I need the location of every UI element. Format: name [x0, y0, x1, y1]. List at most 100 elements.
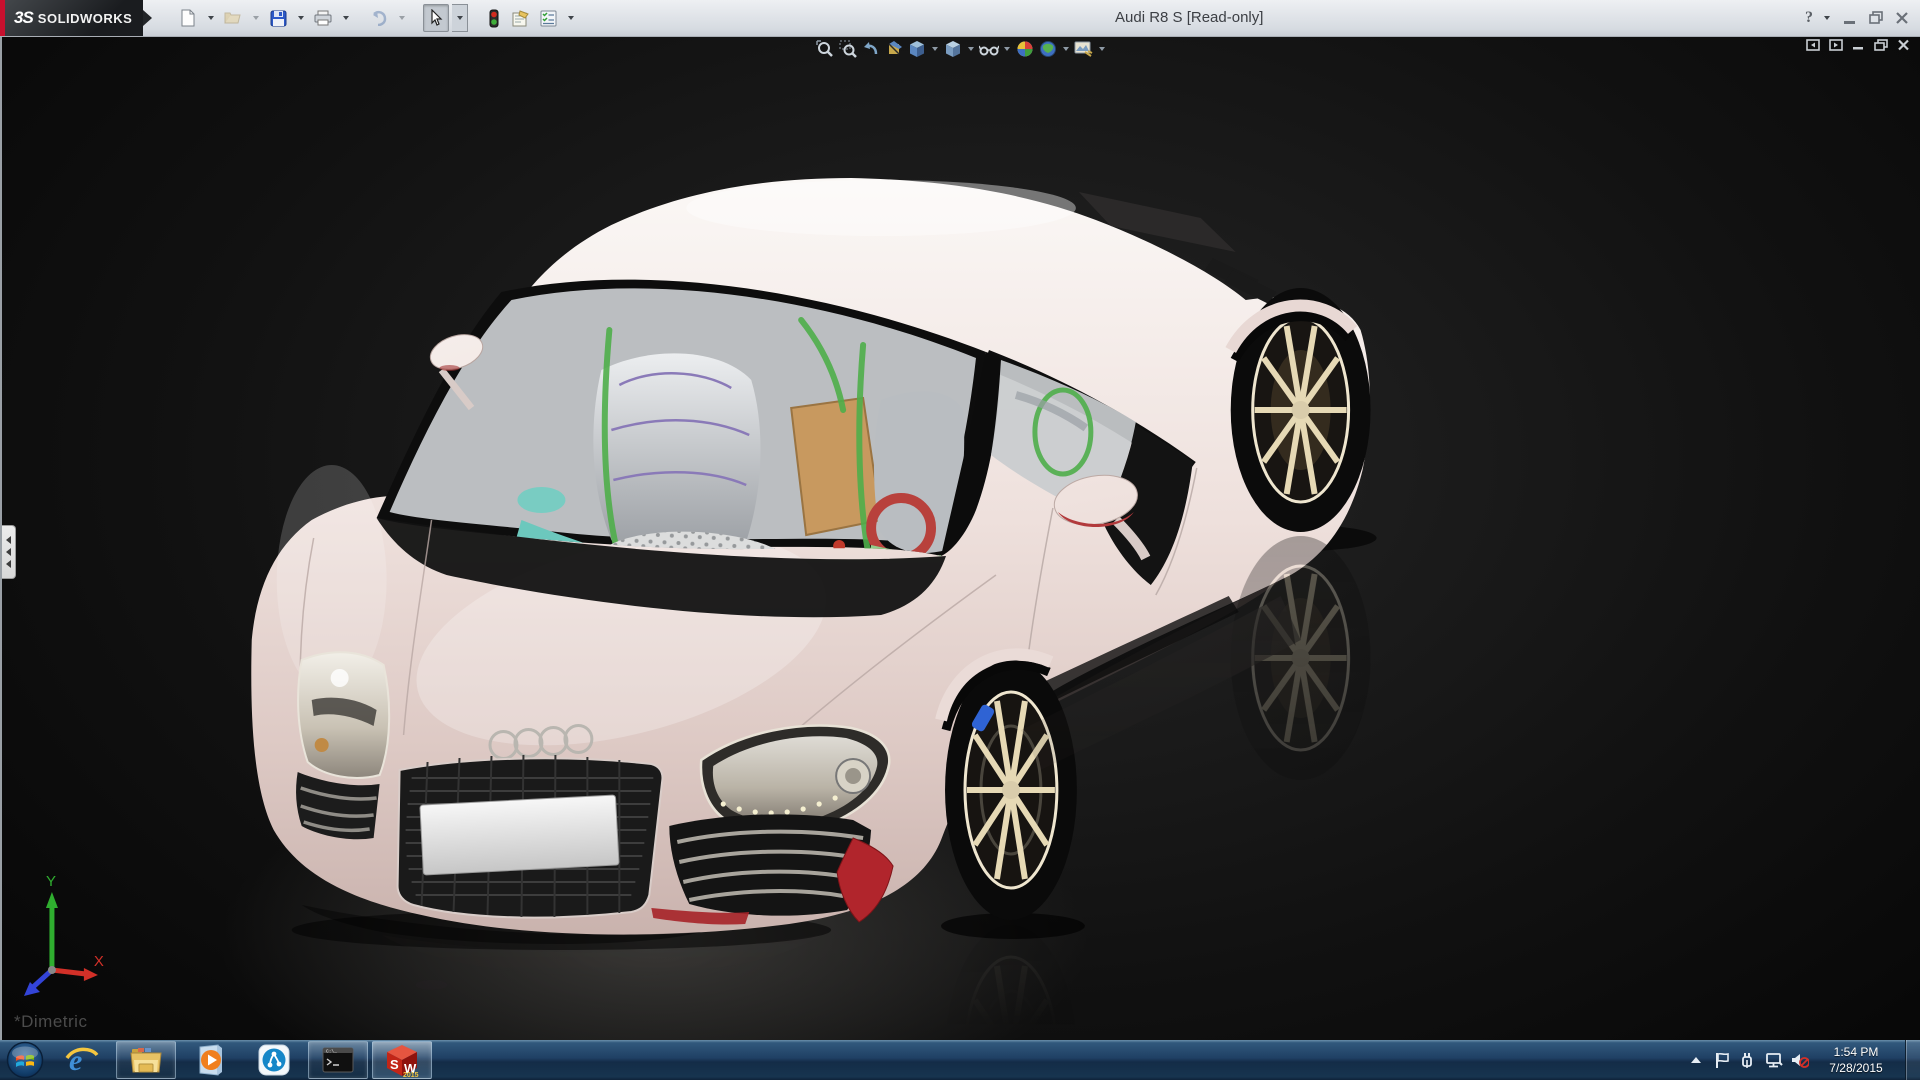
ds-logo-mark-icon: 3S [14, 8, 34, 27]
close-icon [1896, 12, 1908, 24]
roof-highlight [686, 180, 1076, 236]
zoom-to-area-button[interactable] [837, 39, 858, 59]
network-button[interactable] [1765, 1040, 1783, 1080]
view-settings-dropdown-icon[interactable] [1096, 39, 1107, 59]
clock-date: 7/28/2015 [1829, 1061, 1883, 1075]
display-style-button[interactable] [942, 39, 963, 59]
show-hidden-icons-button[interactable] [1687, 1040, 1705, 1080]
hide-show-items-button[interactable] [978, 39, 999, 59]
next-window-icon [1829, 39, 1843, 51]
view-settings-button[interactable] [1073, 39, 1094, 59]
collapse-arrow-icon [6, 536, 11, 544]
section-view-button[interactable] [883, 39, 904, 59]
doc-minimize-icon [1853, 47, 1863, 50]
view-orientation-dropdown-icon[interactable] [929, 39, 940, 59]
show-desktop-button[interactable] [1905, 1040, 1920, 1080]
solidworks-logo-text: SOLIDWORKS [37, 10, 133, 26]
start-button[interactable] [0, 1040, 50, 1080]
print-button[interactable] [311, 5, 335, 31]
chevron-up-icon [1691, 1057, 1701, 1063]
undo-dropdown-arrow-icon[interactable] [394, 5, 409, 31]
edit-appearance-button[interactable] [1014, 39, 1035, 59]
select-dropdown-arrow-icon[interactable] [452, 4, 468, 32]
power-button[interactable] [1739, 1040, 1757, 1080]
taskbar-item-internet-explorer[interactable]: e [52, 1041, 112, 1079]
hide-show-items-dropdown-icon[interactable] [1001, 39, 1012, 59]
graphics-area[interactable]: Y X *Dimetric [0, 37, 1920, 1040]
undo-button[interactable] [367, 5, 391, 31]
open-document-button[interactable] [221, 5, 245, 31]
zoom-to-fit-button[interactable] [814, 39, 835, 59]
undo-arrow-icon [373, 10, 387, 26]
help-button[interactable]: ? [1805, 9, 1813, 27]
display-style-dropdown-icon[interactable] [965, 39, 976, 59]
apply-scene-button[interactable] [1037, 39, 1058, 59]
sw-year: 2015 [403, 1072, 419, 1077]
print-dropdown-arrow-icon[interactable] [338, 5, 353, 31]
model-scene[interactable]: Y X [2, 37, 1920, 1040]
menu-expand-arrow-icon[interactable] [143, 10, 152, 26]
taskbar: e C:\_ S W 2015 1:54 PM 7/28/2015 [0, 1040, 1920, 1080]
restore-button[interactable] [1866, 8, 1886, 28]
close-button[interactable] [1892, 8, 1912, 28]
collapse-arrow-icon [6, 560, 11, 568]
save-dropdown-arrow-icon[interactable] [293, 5, 308, 31]
restore-icon [1868, 11, 1883, 24]
new-document-button[interactable] [176, 5, 200, 31]
volume-muted-icon [1792, 1053, 1809, 1068]
doc-close-icon [1898, 39, 1909, 51]
car-model[interactable]: Y X [23, 178, 1377, 1040]
save-button[interactable] [266, 5, 290, 31]
featuremanager-collapsed-tab[interactable] [2, 525, 16, 579]
action-center-button[interactable] [1713, 1040, 1731, 1080]
taskbar-item-share-app[interactable] [244, 1041, 304, 1079]
file-properties-button[interactable] [509, 5, 533, 31]
minimize-button[interactable] [1840, 8, 1860, 28]
apply-scene-dropdown-icon[interactable] [1060, 39, 1071, 59]
document-window-controls [1806, 39, 1910, 51]
previous-window-button[interactable] [1806, 39, 1820, 51]
headsup-view-toolbar [814, 38, 1107, 60]
view-orientation-icon [909, 41, 924, 57]
help-dropdown-arrow-icon[interactable] [1819, 5, 1834, 31]
previous-view-icon [863, 42, 877, 55]
file-properties-icon [512, 9, 529, 26]
orientation-triad: Y X [23, 873, 104, 996]
doc-close-button[interactable] [1897, 39, 1910, 51]
display-style-icon [945, 41, 960, 57]
taskbar-item-windows-explorer[interactable] [116, 1041, 176, 1079]
sw-letter-s: S [390, 1057, 399, 1072]
open-dropdown-arrow-icon[interactable] [248, 5, 263, 31]
windows-explorer-folder-icon [130, 1048, 162, 1073]
options-button[interactable] [536, 5, 560, 31]
taskbar-item-command-prompt[interactable]: C:\_ [308, 1041, 368, 1079]
previous-view-button[interactable] [860, 39, 881, 59]
section-view-icon [887, 41, 902, 55]
share-app-icon [258, 1044, 290, 1076]
new-dropdown-arrow-icon[interactable] [203, 5, 218, 31]
windows-start-orb-icon [6, 1041, 44, 1079]
select-cursor-icon [431, 9, 443, 26]
doc-restore-icon [1874, 39, 1888, 51]
zoom-to-fit-icon [815, 40, 833, 57]
doc-minimize-button[interactable] [1852, 39, 1865, 51]
new-document-icon [181, 9, 195, 27]
power-plug-icon [1742, 1053, 1752, 1068]
taskbar-item-media-player[interactable] [180, 1041, 240, 1079]
view-orientation-button[interactable] [906, 39, 927, 59]
network-icon [1766, 1053, 1783, 1068]
stoplight-button[interactable] [482, 5, 506, 31]
save-floppy-icon [270, 10, 286, 26]
titlebar: 3S SOLIDWORKS Audi R8 S [Read-only] ? [0, 0, 1920, 37]
select-tool-button[interactable] [423, 4, 449, 32]
doc-restore-button[interactable] [1874, 39, 1888, 51]
volume-button[interactable] [1791, 1040, 1809, 1080]
taskbar-item-solidworks-2015[interactable]: S W 2015 [372, 1041, 432, 1079]
zoom-to-area-icon [839, 40, 857, 58]
tray-clock[interactable]: 1:54 PM 7/28/2015 [1821, 1044, 1891, 1076]
flag-icon [1715, 1052, 1729, 1068]
options-dropdown-arrow-icon[interactable] [563, 5, 578, 31]
next-window-button[interactable] [1829, 39, 1843, 51]
view-settings-icon [1074, 41, 1093, 57]
view-orientation-label: *Dimetric [14, 1012, 88, 1031]
